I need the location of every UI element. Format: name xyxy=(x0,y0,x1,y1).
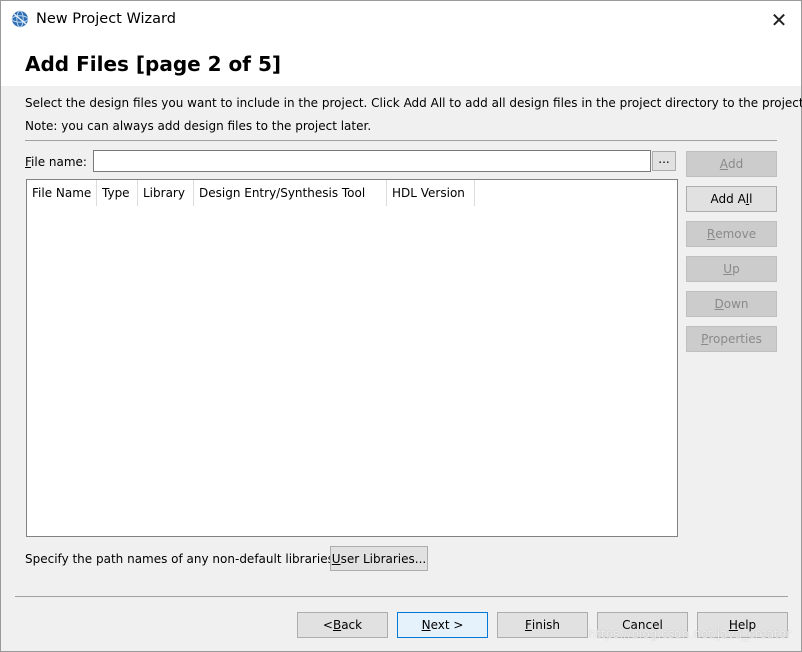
window-title: New Project Wizard xyxy=(36,11,176,27)
quartus-globe-icon xyxy=(11,10,29,28)
add-button[interactable]: Add xyxy=(686,151,777,177)
footer-separator xyxy=(15,596,788,597)
next-button[interactable]: Next > xyxy=(397,612,488,638)
files-table[interactable]: File Name Type Library Design Entry/Synt… xyxy=(26,179,678,537)
close-button[interactable]: ✕ xyxy=(757,1,801,38)
column-library[interactable]: Library xyxy=(138,180,194,206)
remove-button[interactable]: Remove xyxy=(686,221,777,247)
finish-button[interactable]: Finish xyxy=(497,612,588,638)
column-type[interactable]: Type xyxy=(97,180,138,206)
page-title: Add Files [page 2 of 5] xyxy=(25,52,282,76)
properties-button[interactable]: Properties xyxy=(686,326,777,352)
back-button[interactable]: < Back xyxy=(297,612,388,638)
libraries-hint: Specify the path names of any non-defaul… xyxy=(25,552,338,566)
watermark: https://blog.csdn.net/java_creater xyxy=(588,627,791,641)
title-bar[interactable]: New Project Wizard ✕ xyxy=(1,1,801,38)
page-header: Add Files [page 2 of 5] xyxy=(1,38,801,86)
separator xyxy=(25,140,777,141)
browse-button[interactable]: ... xyxy=(652,151,676,171)
column-file-name[interactable]: File Name xyxy=(27,180,97,206)
close-icon: ✕ xyxy=(770,7,788,32)
file-name-input[interactable] xyxy=(93,150,651,172)
user-libraries-button[interactable]: User Libraries... xyxy=(330,546,428,571)
add-all-button[interactable]: Add All xyxy=(686,186,777,212)
up-button[interactable]: Up xyxy=(686,256,777,282)
description-note: Note: you can always add design files to… xyxy=(25,119,372,133)
column-hdl-version[interactable]: HDL Version xyxy=(387,180,475,206)
down-button[interactable]: Down xyxy=(686,291,777,317)
table-header: File Name Type Library Design Entry/Synt… xyxy=(27,180,475,206)
description-line: Select the design files you want to incl… xyxy=(25,96,802,110)
column-design-entry-tool[interactable]: Design Entry/Synthesis Tool xyxy=(194,180,387,206)
file-name-label: File name: xyxy=(25,155,87,169)
new-project-wizard-window: New Project Wizard ✕ Add Files [page 2 o… xyxy=(0,0,802,652)
